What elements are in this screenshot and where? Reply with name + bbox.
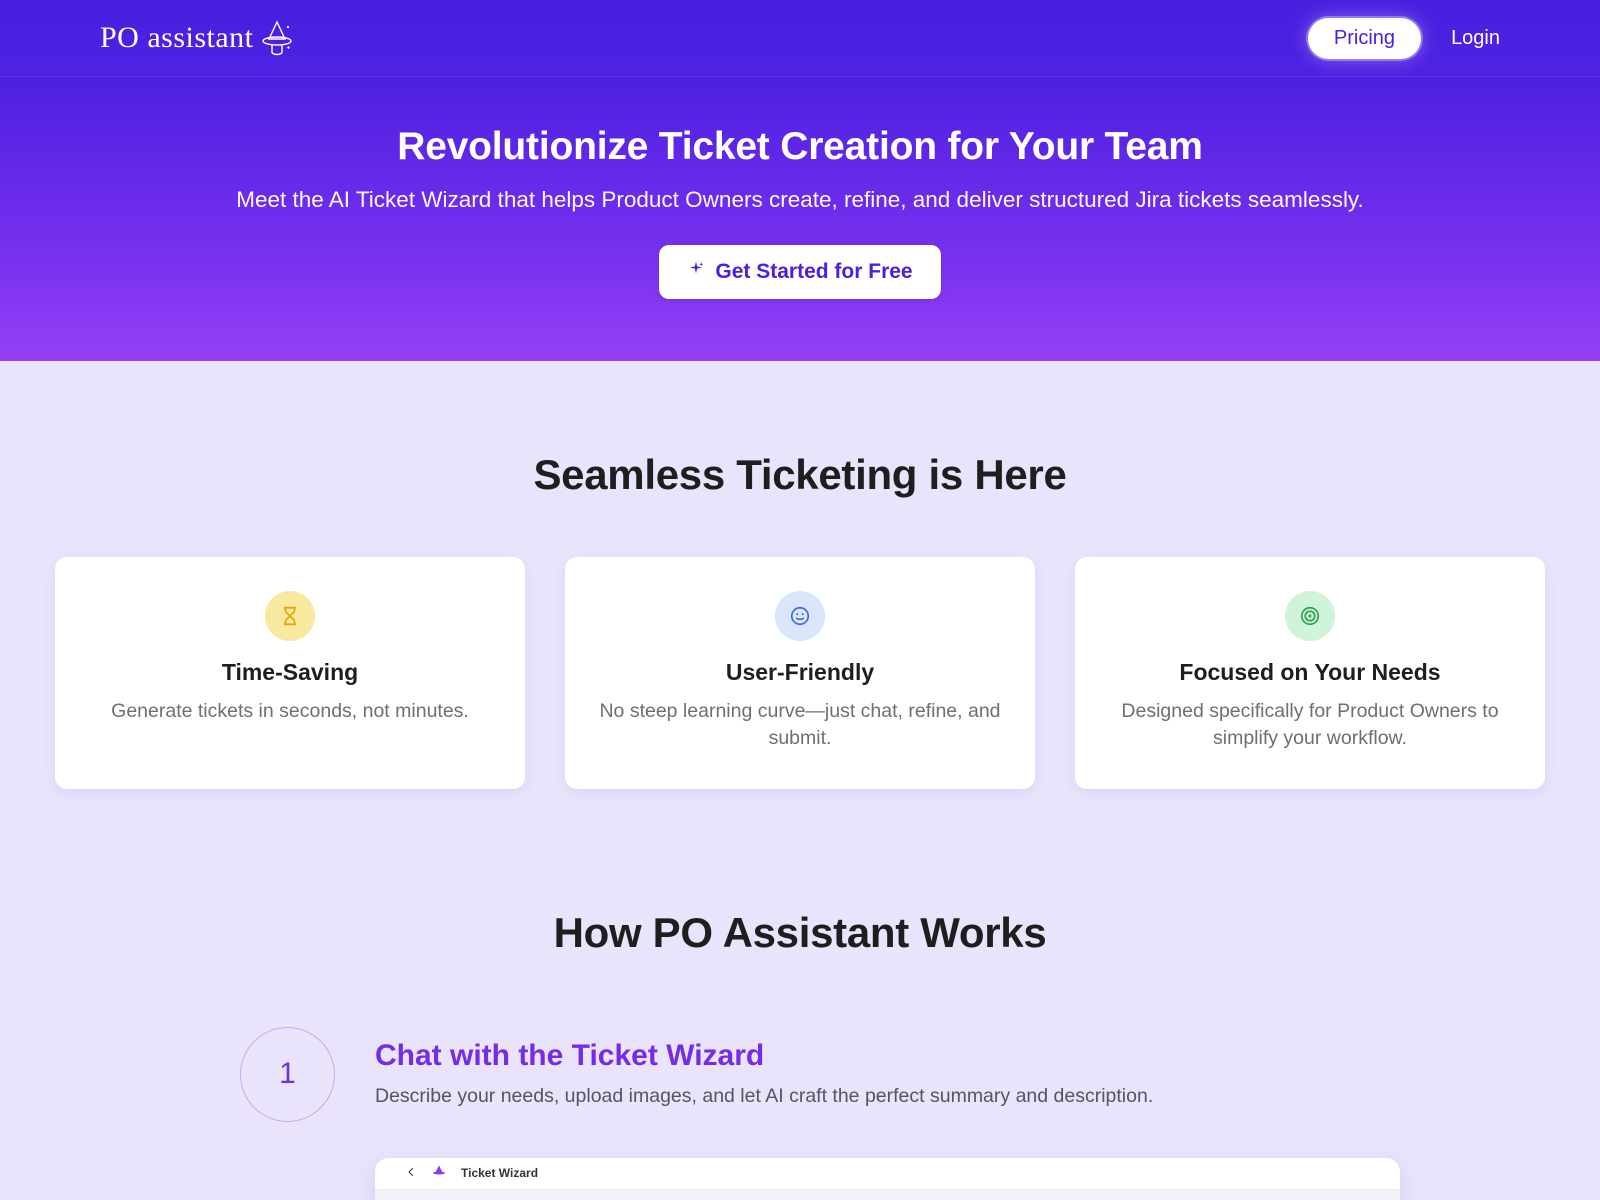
screenshot-app-title: Ticket Wizard — [461, 1166, 538, 1180]
hourglass-icon — [265, 591, 315, 641]
hero-title: Revolutionize Ticket Creation for Your T… — [20, 125, 1580, 169]
step-description: Describe your needs, upload images, and … — [375, 1085, 1400, 1108]
hero-section: Revolutionize Ticket Creation for Your T… — [0, 77, 1600, 361]
sparkle-icon — [687, 260, 705, 284]
step-title: Chat with the Ticket Wizard — [375, 1039, 1400, 1073]
get-started-label: Get Started for Free — [715, 260, 912, 284]
login-link[interactable]: Login — [1451, 27, 1500, 50]
feature-card-focused: Focused on Your Needs Designed specifica… — [1075, 557, 1545, 789]
feature-card-time-saving: Time-Saving Generate tickets in seconds,… — [55, 557, 525, 789]
nav-right: Pricing Login — [1308, 18, 1500, 59]
feature-body: No steep learning curve—just chat, refin… — [593, 698, 1007, 753]
step-number-badge: 1 — [240, 1027, 335, 1122]
features-section: Seamless Ticketing is Here Time-Saving G… — [0, 361, 1600, 909]
smile-icon — [775, 591, 825, 641]
feature-card-user-friendly: User-Friendly No steep learning curve—ju… — [565, 557, 1035, 789]
hero-subtitle: Meet the AI Ticket Wizard that helps Pro… — [20, 187, 1580, 213]
app-avatar-icon — [431, 1164, 447, 1183]
screenshot-titlebar: Ticket Wizard — [375, 1158, 1400, 1190]
step-screenshot: Ticket Wizard Generated Ticket — [375, 1158, 1400, 1200]
pricing-button[interactable]: Pricing — [1308, 18, 1421, 59]
how-heading: How PO Assistant Works — [55, 909, 1545, 957]
feature-title: Time-Saving — [83, 659, 497, 686]
feature-title: User-Friendly — [593, 659, 1007, 686]
navbar: PO assistant Pricing Login — [0, 0, 1600, 77]
how-it-works-section: How PO Assistant Works 1 Chat with the T… — [0, 909, 1600, 1200]
feature-body: Generate tickets in seconds, not minutes… — [83, 698, 497, 725]
brand-logo[interactable]: PO assistant — [100, 19, 294, 57]
features-heading: Seamless Ticketing is Here — [55, 451, 1545, 499]
get-started-button[interactable]: Get Started for Free — [659, 245, 940, 299]
feature-title: Focused on Your Needs — [1103, 659, 1517, 686]
step-1: 1 Chat with the Ticket Wizard Describe y… — [200, 1027, 1400, 1200]
brand-name: PO assistant — [100, 21, 254, 55]
feature-body: Designed specifically for Product Owners… — [1103, 698, 1517, 753]
wizard-hat-icon — [260, 19, 294, 57]
back-icon — [405, 1166, 417, 1181]
target-icon — [1285, 591, 1335, 641]
